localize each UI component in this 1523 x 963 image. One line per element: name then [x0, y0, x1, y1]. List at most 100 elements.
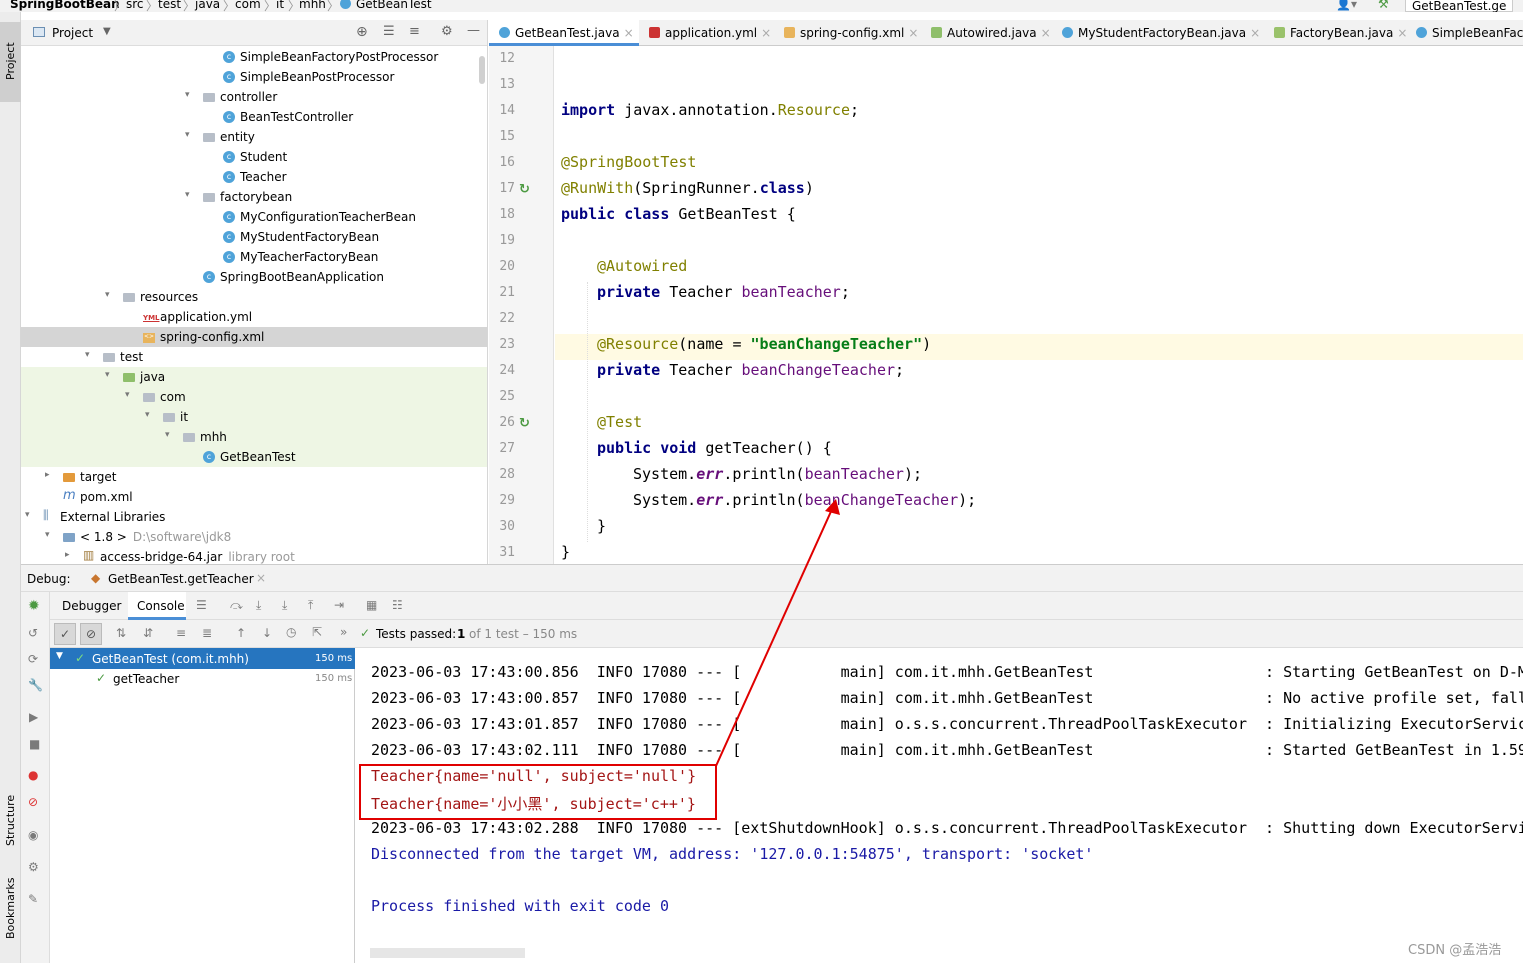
force-step-into-icon[interactable]: ⤓ — [282, 598, 287, 613]
console-hscrollbar[interactable] — [370, 948, 525, 958]
user-icon[interactable]: 👤▾ — [1336, 0, 1357, 11]
editor-tab[interactable]: Autowired.java × — [921, 20, 1052, 46]
chevron-down-icon[interactable]: ▼ — [103, 26, 111, 37]
close-icon[interactable]: × — [908, 26, 918, 40]
view-breakpoints-icon[interactable]: ● — [28, 768, 38, 782]
tree-item[interactable]: ▾ < 1.8 > D:\software\jdk8 — [21, 527, 487, 547]
run-config-selector[interactable]: GetBeanTest.ge — [1405, 0, 1514, 12]
tree-item[interactable]: ▸ target — [21, 467, 487, 487]
tree-item[interactable]: ▾ entity — [21, 127, 487, 147]
tree-item[interactable]: c BeanTestController — [21, 107, 487, 127]
tree-item[interactable]: c Teacher — [21, 167, 487, 187]
chevron-down-icon[interactable]: ▾ — [105, 290, 110, 300]
more-icon[interactable]: » — [340, 625, 347, 639]
chevron-down-icon[interactable]: ▾ — [185, 90, 190, 100]
next-failed-icon[interactable]: ↓ — [262, 626, 272, 640]
breadcrumb-item[interactable]: mhh — [299, 0, 326, 11]
debug-session-tab[interactable]: GetBeanTest.getTeacher — [108, 572, 254, 586]
trace-icon[interactable]: ☷ — [392, 598, 403, 612]
history-icon[interactable]: ◷ — [286, 625, 296, 639]
tree-item[interactable]: c MyConfigurationTeacherBean — [21, 207, 487, 227]
tree-item[interactable]: c MyTeacherFactoryBean — [21, 247, 487, 267]
export-icon[interactable]: ⇱ — [312, 625, 322, 639]
tree-item[interactable]: ▾ factorybean — [21, 187, 487, 207]
tree-item[interactable]: <> spring-config.xml — [21, 327, 487, 347]
breadcrumb-item[interactable]: java — [195, 0, 220, 11]
console-tab[interactable]: Console — [137, 599, 185, 613]
run-to-cursor-icon[interactable]: ⇥ — [334, 598, 344, 612]
pin-icon[interactable]: ✎ — [28, 892, 38, 906]
tree-item[interactable]: ▸ ▥ access-bridge-64.jar library root — [21, 547, 487, 564]
tree-item[interactable]: ▾ controller — [21, 87, 487, 107]
chevron-down-icon[interactable]: ▾ — [85, 350, 90, 360]
chevron-down-icon[interactable]: ▾ — [185, 130, 190, 140]
close-icon[interactable]: × — [624, 26, 634, 40]
mute-breakpoints-icon[interactable]: ⊘ — [28, 795, 38, 809]
tree-item[interactable]: c MyStudentFactoryBean — [21, 227, 487, 247]
camera-icon[interactable]: ◉ — [28, 828, 38, 842]
tree-item[interactable]: c SimpleBeanPostProcessor — [21, 67, 487, 87]
collapse-all-tests-icon[interactable]: ≣ — [202, 626, 212, 640]
toggle-auto-test-icon[interactable]: ⟳ — [28, 652, 38, 666]
editor-tab[interactable]: GetBeanTest.java × — [489, 20, 639, 46]
editor-tab[interactable]: spring-config.xml × — [774, 20, 921, 46]
step-over-icon[interactable]: ⤼ — [230, 598, 243, 613]
close-icon[interactable]: × — [1041, 26, 1051, 40]
breadcrumb-project[interactable]: SpringBootBean — [10, 0, 120, 11]
evaluate-icon[interactable]: ▦ — [366, 598, 377, 612]
step-out-icon[interactable]: ⤒ — [308, 598, 313, 613]
expand-all-tests-icon[interactable]: ≡ — [176, 626, 186, 640]
tree-item[interactable]: ▾ it — [21, 407, 487, 427]
chevron-down-icon[interactable]: ▾ — [185, 190, 190, 200]
run-test-method-icon[interactable]: ↻ — [519, 416, 530, 431]
gear-icon[interactable]: ⚙ — [441, 24, 453, 39]
settings-icon[interactable]: ⚙ — [28, 860, 39, 874]
editor-tab[interactable]: application.yml × — [639, 20, 774, 46]
tree-item[interactable]: ▾ ⫼ External Libraries — [21, 507, 487, 527]
code-area[interactable]: import javax.annotation.Resource; @Sprin… — [489, 46, 1523, 564]
collapse-all-icon[interactable]: ≡ — [409, 24, 420, 39]
tree-item[interactable]: c SpringBootBeanApplication — [21, 267, 487, 287]
tree-item[interactable]: ▾ mhh — [21, 427, 487, 447]
wrench-icon[interactable]: 🔧 — [28, 678, 43, 692]
show-ignored-icon[interactable]: ⊘ — [80, 623, 102, 645]
tree-item[interactable]: c SimpleBeanFactoryPostProcessor — [21, 47, 487, 67]
sort-duration-icon[interactable]: ⇵ — [143, 626, 153, 640]
expand-all-icon[interactable]: ☰ — [383, 24, 395, 39]
chevron-down-icon[interactable]: ▾ — [45, 530, 50, 540]
resume-icon[interactable]: ▶ — [29, 710, 38, 724]
console-output[interactable]: 2023-06-03 17:43:00.856 INFO 17080 --- [… — [356, 648, 1523, 963]
bookmarks-tool-button[interactable]: Bookmarks — [0, 867, 21, 947]
rerun-icon[interactable]: ✹ — [28, 598, 40, 614]
editor-tab[interactable]: SimpleBeanFact — [1406, 20, 1523, 46]
project-view-label[interactable]: Project — [52, 26, 93, 40]
stop-icon[interactable]: ■ — [29, 737, 40, 751]
breadcrumb-item[interactable]: src — [126, 0, 144, 11]
close-icon[interactable]: × — [1250, 26, 1260, 40]
debugger-tab[interactable]: Debugger — [62, 599, 121, 613]
tree-item[interactable]: ▾ resources — [21, 287, 487, 307]
editor-tab[interactable]: FactoryBean.java × — [1264, 20, 1407, 46]
editor-tab[interactable]: MyStudentFactoryBean.java × — [1052, 20, 1264, 46]
run-test-class-icon[interactable]: ↻ — [519, 182, 530, 197]
breadcrumb-file[interactable]: GetBeanTest — [356, 0, 432, 11]
chevron-down-icon[interactable]: ▾ — [25, 510, 30, 520]
breadcrumb-item[interactable]: it — [276, 0, 284, 11]
tree-item[interactable]: ▾ com — [21, 387, 487, 407]
tree-item[interactable]: c Student — [21, 147, 487, 167]
project-scrollbar[interactable] — [479, 56, 485, 84]
project-tool-button[interactable]: Project — [0, 22, 21, 102]
chevron-right-icon[interactable]: ▸ — [65, 550, 70, 560]
tree-item[interactable]: ▾ test — [21, 347, 487, 367]
tree-item[interactable]: ▾ java — [21, 367, 487, 387]
chevron-down-icon[interactable]: ▾ — [165, 430, 170, 440]
show-passed-icon[interactable]: ✓ — [54, 623, 76, 645]
minimize-icon[interactable]: — — [467, 23, 480, 38]
chevron-right-icon[interactable]: ▸ — [45, 470, 50, 480]
breadcrumb-item[interactable]: test — [158, 0, 181, 11]
tree-item[interactable]: c GetBeanTest — [21, 447, 487, 467]
close-icon[interactable]: × — [256, 571, 266, 585]
test-row-selected[interactable]: ▼ ✓ GetBeanTest (com.it.mhh) 150 ms — [50, 648, 355, 669]
menu-icon[interactable]: ☰ — [196, 598, 207, 612]
tree-item[interactable]: YML application.yml — [21, 307, 487, 327]
